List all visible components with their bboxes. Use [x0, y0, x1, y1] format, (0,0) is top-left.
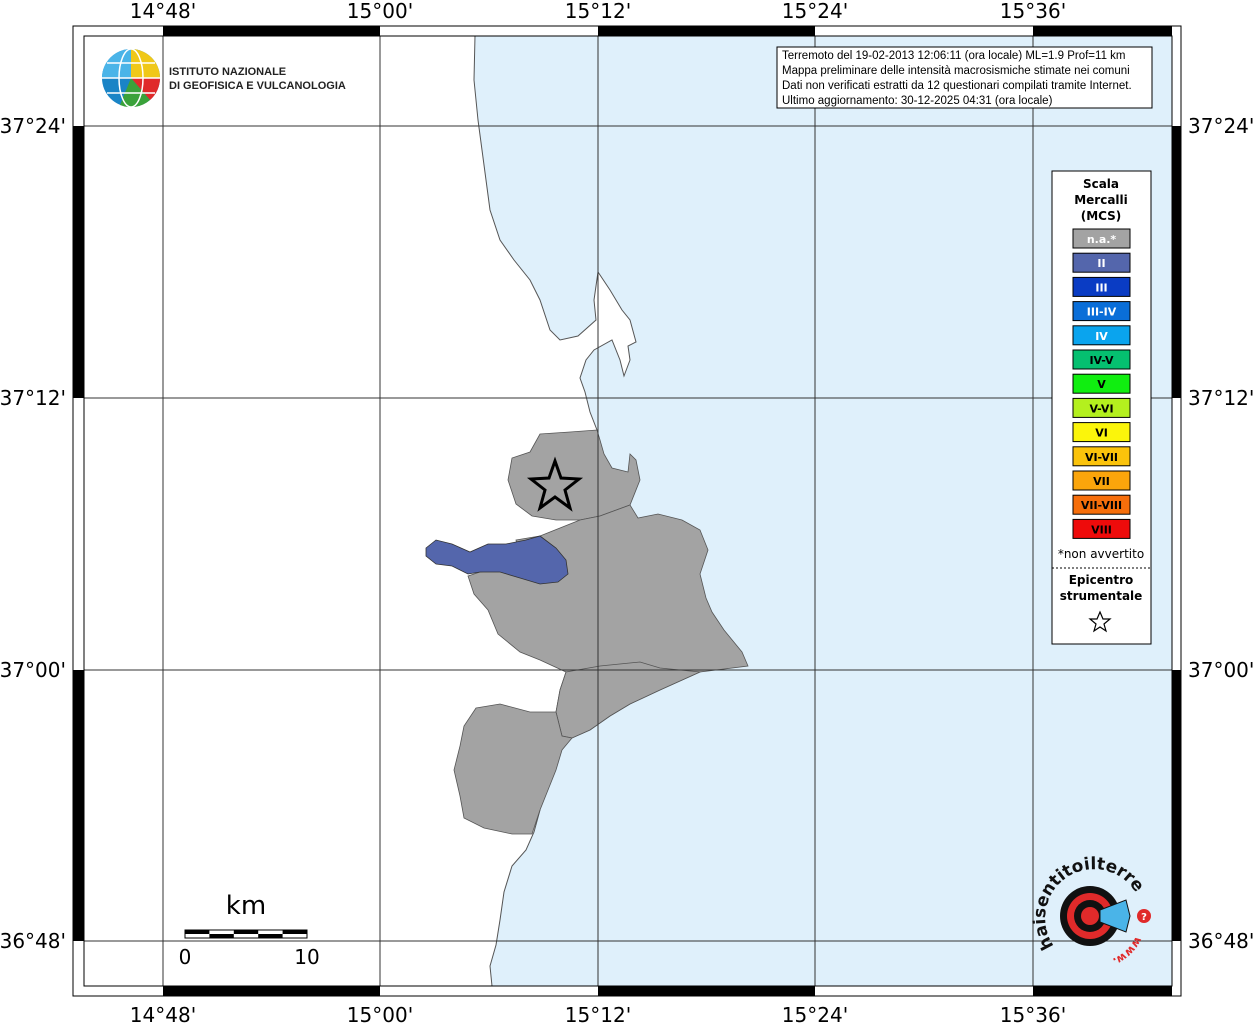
legend-epicenter-title-2: strumentale — [1060, 589, 1143, 603]
legend-label-12: VIII — [1091, 523, 1112, 536]
legend-label-5: IV-V — [1089, 354, 1114, 367]
lat-tick-right-2: 37°00' — [1188, 658, 1254, 682]
lon-tick-bottom-4: 15°36' — [1000, 1003, 1066, 1024]
lon-tick-bottom-0: 14°48' — [130, 1003, 196, 1024]
info-line-1: Terremoto del 19-02-2013 12:06:11 (ora l… — [782, 50, 1126, 62]
info-box: Terremoto del 19-02-2013 12:06:11 (ora l… — [776, 46, 1153, 109]
legend-label-7: V-VI — [1089, 402, 1113, 415]
lon-tick-bottom-2: 15°12' — [565, 1003, 631, 1024]
lat-tick-left-1: 37°12' — [0, 386, 66, 410]
lon-tick-top-1: 15°00' — [347, 0, 413, 23]
lon-tick-bottom-1: 15°00' — [347, 1003, 413, 1024]
info-line-4: Ultimo aggiornamento: 30-12-2025 04:31 (… — [782, 95, 1053, 107]
legend-title-1: Scala — [1083, 177, 1119, 191]
legend-label-1: II — [1097, 257, 1105, 270]
legend-label-3: III-IV — [1087, 306, 1117, 319]
legend-label-0: n.a.* — [1087, 233, 1117, 246]
legend-footnote: *non avvertito — [1058, 547, 1144, 561]
ingv-logo-line1: ISTITUTO NAZIONALE — [169, 66, 286, 78]
info-line-3: Dati non verificati estratti da 12 quest… — [782, 80, 1132, 92]
legend-epicenter-title-1: Epicentro — [1069, 573, 1134, 587]
lat-tick-left-3: 36°48' — [0, 929, 66, 953]
lat-tick-right-3: 36°48' — [1188, 929, 1254, 953]
legend-label-10: VII — [1093, 475, 1110, 488]
lat-tick-left-0: 37°24' — [0, 114, 66, 138]
lon-tick-top-0: 14°48' — [130, 0, 196, 23]
lon-tick-bottom-3: 15°24' — [782, 1003, 848, 1024]
lat-tick-right-0: 37°24' — [1188, 114, 1254, 138]
legend-title-2: Mercalli — [1074, 193, 1128, 207]
scale-start: 0 — [179, 945, 192, 969]
lon-tick-top-4: 15°36' — [1000, 0, 1066, 23]
lon-tick-top-3: 15°24' — [782, 0, 848, 23]
lat-tick-left-2: 37°00' — [0, 658, 66, 682]
intensity-map: 14°48' 14°48' 15°00' 15°00' 15°12' 15°12' 15°2… — [0, 0, 1254, 1024]
svg-text:?: ? — [1141, 912, 1147, 923]
ingv-logo-line2: DI GEOFISICA E VULCANOLOGIA — [169, 80, 346, 92]
legend-label-9: VI-VII — [1085, 451, 1118, 464]
lat-tick-right-1: 37°12' — [1188, 386, 1254, 410]
scale-end: 10 — [294, 945, 319, 969]
legend-label-6: V — [1097, 378, 1106, 391]
legend-label-8: VI — [1095, 427, 1108, 440]
mcs-legend: Scala Mercalli (MCS) n.a.*IIIIIIII-IVIVI… — [1051, 170, 1152, 645]
info-line-2: Mappa preliminare delle intensità macros… — [782, 65, 1130, 77]
legend-label-11: VII-VIII — [1081, 499, 1122, 512]
scale-unit: km — [226, 891, 266, 921]
lon-tick-top-2: 15°12' — [565, 0, 631, 23]
legend-title-3: (MCS) — [1081, 209, 1122, 223]
legend-label-4: IV — [1095, 330, 1108, 343]
legend-label-2: III — [1095, 281, 1107, 294]
